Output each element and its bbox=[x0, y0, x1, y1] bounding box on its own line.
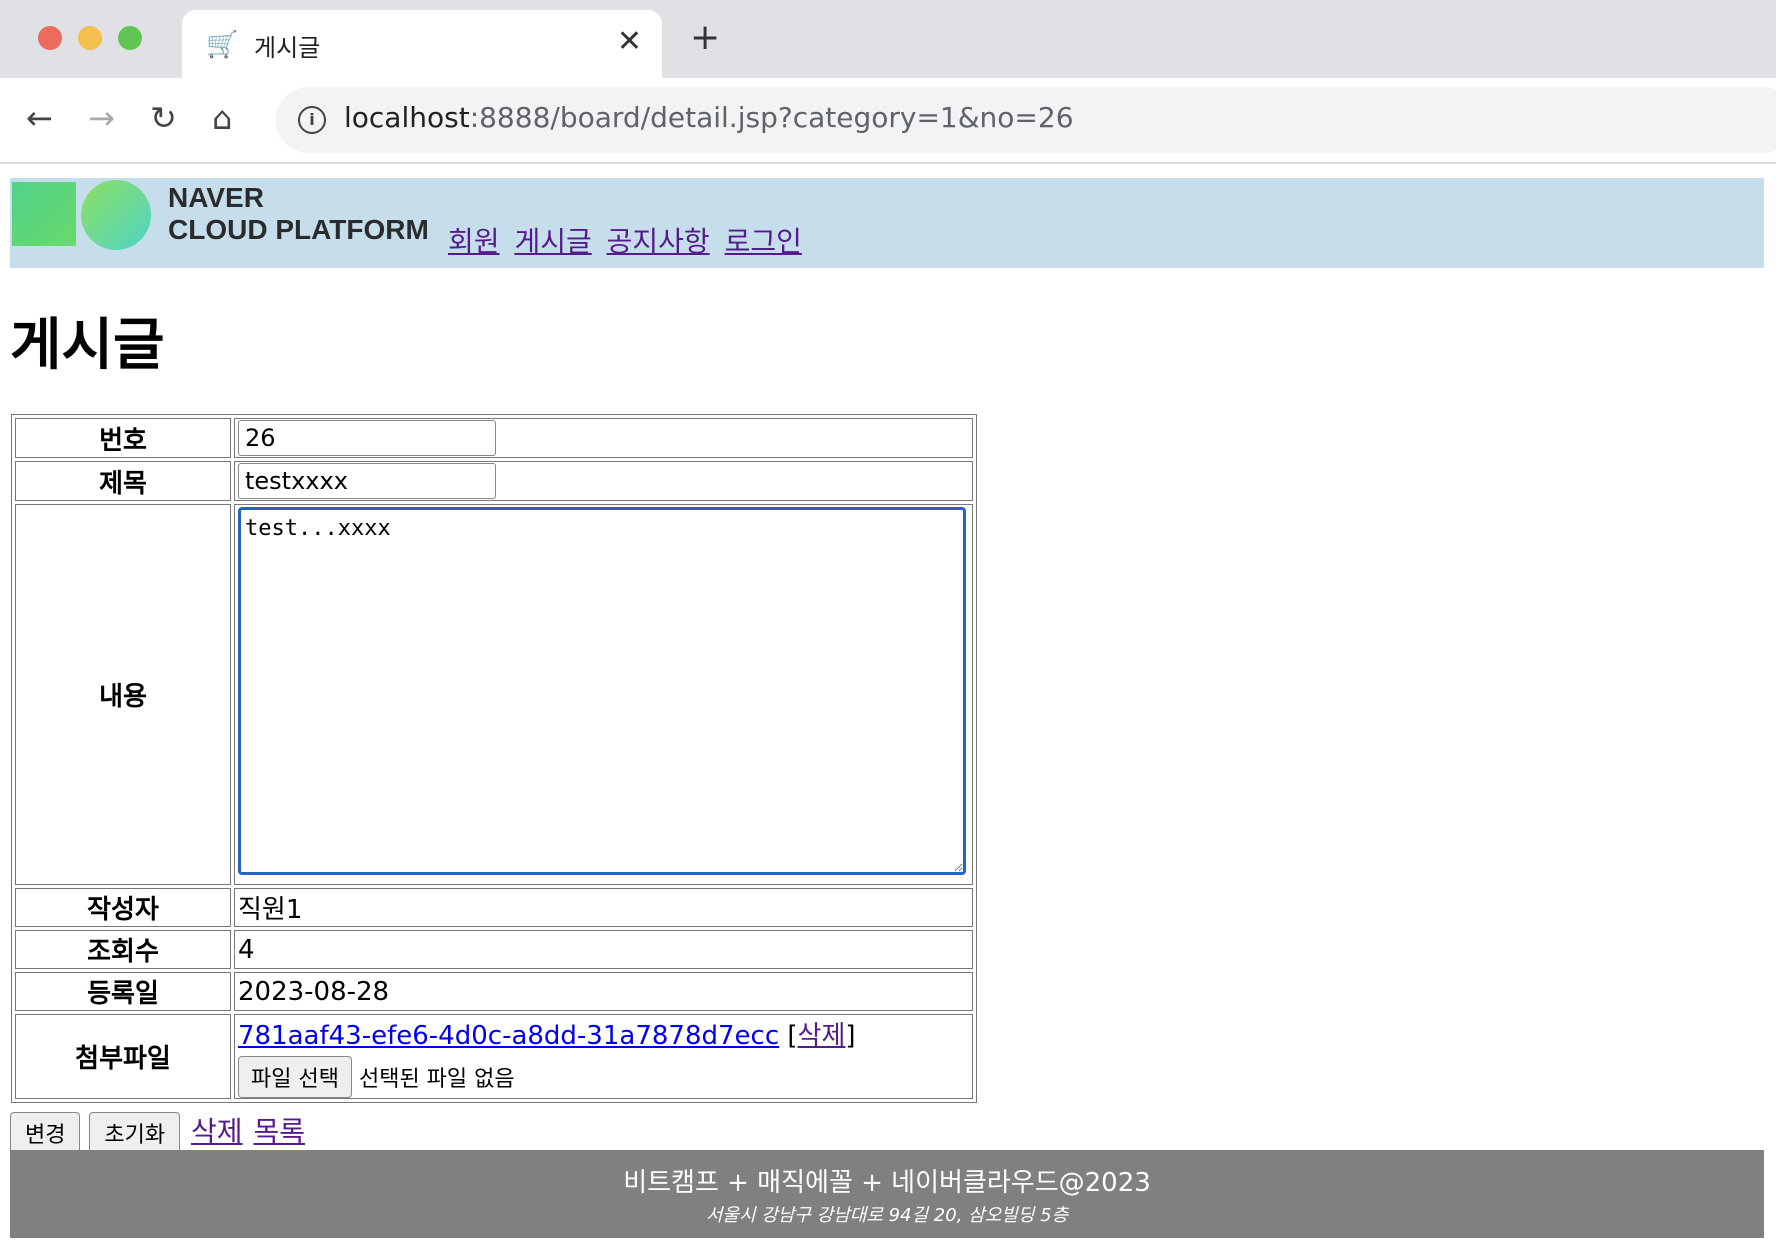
url-path: :8888/board/detail.jsp?category=1&no=26 bbox=[469, 101, 1074, 134]
main-menu: 회원 게시글 공지사항 로그인 bbox=[448, 220, 808, 260]
table-row: 첨부파일 781aaf43-efe6-4d0c-a8dd-31a7878d7ec… bbox=[15, 1014, 973, 1099]
menu-login-link[interactable]: 로그인 bbox=[725, 225, 802, 258]
minimize-window-button[interactable] bbox=[78, 26, 102, 50]
table-row: 제목 bbox=[15, 461, 973, 501]
title-cell bbox=[234, 461, 973, 501]
writer-label: 작성자 bbox=[15, 888, 231, 927]
menu-notice-link[interactable]: 공지사항 bbox=[607, 225, 710, 258]
url-text[interactable]: localhost:8888/board/detail.jsp?category… bbox=[344, 101, 1074, 134]
url-host: localhost bbox=[344, 101, 470, 134]
maximize-window-button[interactable] bbox=[118, 26, 142, 50]
new-tab-button[interactable]: + bbox=[690, 20, 720, 56]
choose-file-button[interactable]: 파일 선택 bbox=[238, 1056, 352, 1098]
address-bar[interactable]: i localhost:8888/board/detail.jsp?catego… bbox=[276, 87, 1776, 153]
list-link[interactable]: 목록 bbox=[253, 1115, 305, 1148]
table-row: 번호 bbox=[15, 418, 973, 458]
menu-member-link[interactable]: 회원 bbox=[448, 225, 500, 258]
content-label: 내용 bbox=[15, 504, 231, 885]
info-icon[interactable]: i bbox=[298, 106, 326, 134]
no-cell bbox=[234, 418, 973, 458]
site-logo[interactable]: NAVER CLOUD PLATFORM bbox=[168, 182, 429, 246]
tab-close-icon[interactable]: ✕ bbox=[617, 24, 642, 59]
site-header: NAVER CLOUD PLATFORM 회원 게시글 공지사항 로그인 bbox=[10, 178, 1764, 268]
update-button[interactable]: 변경 bbox=[10, 1112, 81, 1154]
page-title: 게시글 bbox=[10, 313, 165, 378]
table-row: 등록일 2023-08-28 bbox=[15, 972, 973, 1011]
title-input[interactable] bbox=[238, 463, 496, 499]
views-value: 4 bbox=[234, 930, 973, 969]
site-footer: 비트캠프 + 매직에꼴 + 네이버클라우드@2023 서울시 강남구 강남대로 … bbox=[10, 1150, 1764, 1238]
back-icon[interactable]: ← bbox=[26, 98, 53, 138]
created-value: 2023-08-28 bbox=[234, 972, 973, 1011]
tab-title: 게시글 bbox=[254, 34, 321, 62]
browser-tab[interactable]: 🛒 게시글 ✕ bbox=[182, 10, 662, 78]
attachment-label: 첨부파일 bbox=[15, 1014, 231, 1099]
home-icon[interactable]: ⌂ bbox=[212, 98, 232, 138]
footer-copyright: 비트캠프 + 매직에꼴 + 네이버클라우드@2023 bbox=[623, 1168, 1151, 1198]
forward-icon[interactable]: → bbox=[88, 98, 115, 138]
delete-link[interactable]: 삭제 bbox=[191, 1115, 243, 1148]
table-row: 조회수 4 bbox=[15, 930, 973, 969]
logo-square-icon bbox=[12, 182, 76, 246]
writer-value: 직원1 bbox=[234, 888, 973, 927]
table-row: 내용 test...xxxx bbox=[15, 504, 973, 885]
file-picker: 파일 선택 선택된 파일 없음 bbox=[238, 1056, 969, 1098]
close-window-button[interactable] bbox=[38, 26, 62, 50]
content-textarea[interactable]: test...xxxx bbox=[238, 507, 966, 875]
logo-line2: CLOUD PLATFORM bbox=[168, 214, 429, 245]
form-actions: 변경 초기화 삭제 목록 bbox=[10, 1110, 305, 1154]
cart-icon: 🛒 bbox=[206, 30, 239, 60]
board-detail-table: 번호 제목 내용 test...xxxx 작성자 직원1 조회수 4 등록일 2… bbox=[11, 414, 977, 1103]
logo-circle-icon bbox=[81, 180, 151, 250]
no-input[interactable] bbox=[238, 420, 496, 456]
title-label: 제목 bbox=[15, 461, 231, 501]
file-status-text: 선택된 파일 없음 bbox=[358, 1067, 515, 1092]
content-cell: test...xxxx bbox=[234, 504, 973, 885]
views-label: 조회수 bbox=[15, 930, 231, 969]
created-label: 등록일 bbox=[15, 972, 231, 1011]
attachment-cell: 781aaf43-efe6-4d0c-a8dd-31a7878d7ecc [삭제… bbox=[234, 1014, 973, 1099]
attachment-file-link[interactable]: 781aaf43-efe6-4d0c-a8dd-31a7878d7ecc bbox=[238, 1021, 779, 1051]
navigation-bar: ← → ↻ ⌂ i localhost:8888/board/detail.js… bbox=[0, 78, 1776, 164]
menu-board-link[interactable]: 게시글 bbox=[514, 225, 591, 258]
tab-bar: 🛒 게시글 ✕ + bbox=[0, 0, 1776, 78]
table-row: 작성자 직원1 bbox=[15, 888, 973, 927]
no-label: 번호 bbox=[15, 418, 231, 458]
attachment-delete-link[interactable]: 삭제 bbox=[798, 1021, 846, 1051]
logo-line1: NAVER bbox=[168, 182, 264, 213]
attachment-line: 781aaf43-efe6-4d0c-a8dd-31a7878d7ecc [삭제… bbox=[238, 1021, 856, 1051]
reset-button[interactable]: 초기화 bbox=[89, 1112, 181, 1154]
footer-address: 서울시 강남구 강남대로 94길 20, 삼오빌딩 5층 bbox=[705, 1205, 1069, 1226]
reload-icon[interactable]: ↻ bbox=[150, 98, 177, 138]
